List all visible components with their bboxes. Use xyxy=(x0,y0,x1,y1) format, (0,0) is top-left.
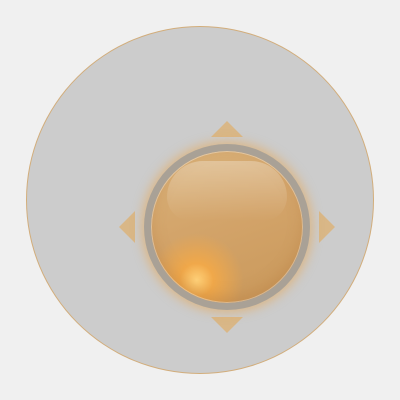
arrow-down-icon[interactable] xyxy=(211,317,243,333)
arrow-right-icon[interactable] xyxy=(319,211,335,243)
directional-pad xyxy=(27,27,373,373)
arrow-left-icon[interactable] xyxy=(119,211,135,243)
center-select-button[interactable] xyxy=(144,144,310,310)
center-button-face xyxy=(151,151,303,303)
arrow-up-icon[interactable] xyxy=(211,121,243,137)
gloss-highlight xyxy=(167,161,287,221)
